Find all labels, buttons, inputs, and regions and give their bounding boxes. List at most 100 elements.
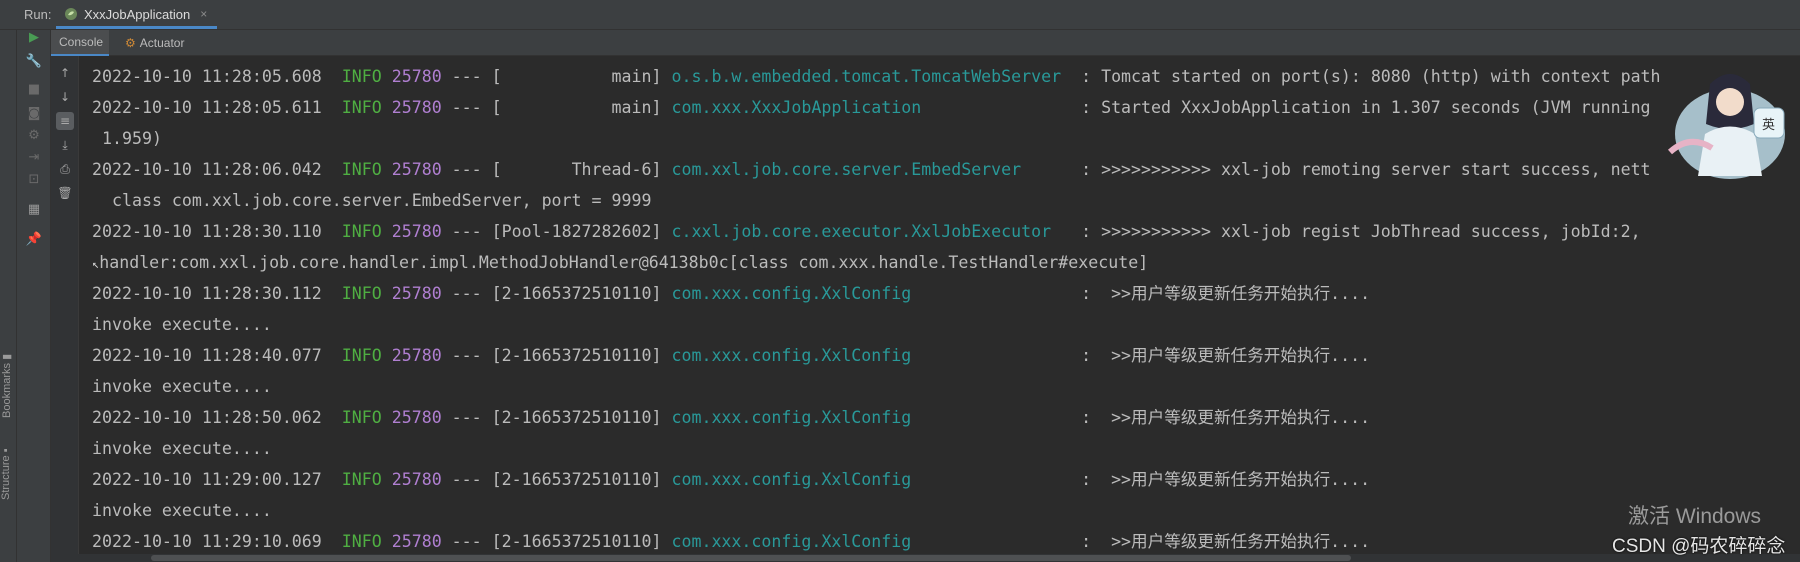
log-logger: com.xxl.job.core.server.EmbedServer [671,160,1072,179]
console-gutter: ↑ ↓ ≡ ⤓ ⎙ 🗑 [51,56,79,562]
log-continuation: invoke execute.... [92,377,272,396]
log-thread: [2-1665372510110] [491,346,662,365]
log-level: INFO [341,284,382,303]
log-logger: com.xxx.config.XxlConfig [671,346,1072,365]
console-line: 2022-10-10 11:28:50.062 INFO 25780 --- [… [92,402,1800,433]
console-line: invoke execute.... [92,433,1800,464]
run-config-tab-label: XxxJobApplication [84,6,191,22]
console-line: ↖handler:com.xxl.job.core.handler.impl.M… [92,247,1800,278]
log-pid: 25780 [391,470,442,489]
console-output[interactable]: 2022-10-10 11:28:05.608 INFO 25780 --- [… [92,61,1800,554]
log-message: : >>用户等级更新任务开始执行.... [1071,532,1371,551]
dump-icon[interactable]: ⊡ [25,170,43,188]
structure-label: Structure [0,455,12,500]
stop-icon[interactable]: ■ [25,80,43,98]
run-config-tab[interactable]: XxxJobApplication × [56,2,218,29]
console-line: 2022-10-10 11:28:05.611 INFO 25780 --- [… [92,92,1800,123]
log-continuation: handler:com.xxl.job.core.handler.impl.Me… [99,253,1149,272]
trash-icon[interactable]: 🗑 [56,184,74,202]
log-level: INFO [341,98,382,117]
close-icon[interactable]: × [200,7,207,21]
actuator-icon: ⚙ [125,36,136,50]
run-toolbar: ▶ 🔧 ■ ◙ ⚙ ⇥ ⊡ ▦ 📌 [17,30,51,562]
console-line: 1.959) [92,123,1800,154]
log-message: : Started XxxJobApplication in 1.307 sec… [1071,98,1651,117]
log-logger: com.xxx.config.XxlConfig [671,532,1072,551]
log-pid: 25780 [391,67,442,86]
exit-icon[interactable]: ⇥ [25,148,43,166]
scroll-up-icon[interactable]: ↑ [56,64,74,82]
log-message: : >>用户等级更新任务开始执行.... [1071,284,1371,303]
log-pid: 25780 [391,408,442,427]
log-separator: --- [441,346,492,365]
scrollbar-thumb[interactable] [151,555,1351,561]
log-thread: [2-1665372510110] [491,284,662,303]
log-message: : >>用户等级更新任务开始执行.... [1071,346,1371,365]
settings-icon[interactable]: ⚙ [25,126,43,144]
camera-icon[interactable]: ◙ [25,104,43,122]
soft-wrap-icon[interactable]: ≡ [56,112,74,130]
bookmarks-tool-button[interactable]: Bookmarks ▮ [0,354,13,418]
avatar-badge-text: 英 [1762,118,1776,133]
log-timestamp: 2022-10-10 11:28:30.112 [92,284,322,303]
log-level: INFO [341,408,382,427]
scroll-down-icon[interactable]: ↓ [56,88,74,106]
log-logger: com.xxx.config.XxlConfig [671,470,1072,489]
tab-actuator[interactable]: ⚙ Actuator [117,30,192,56]
layout-icon[interactable]: ▦ [25,200,43,218]
run-toolwindow-header: Run: XxxJobApplication × [0,0,1800,30]
log-timestamp: 2022-10-10 11:29:10.069 [92,532,322,551]
log-thread: [2-1665372510110] [491,408,662,427]
structure-tool-button[interactable]: Structure ▪ [0,448,12,500]
console-line: invoke execute.... [92,309,1800,340]
log-thread: [2-1665372510110] [491,532,662,551]
log-message: : >>>>>>>>>>> xxl-job regist JobThread s… [1071,222,1641,241]
log-continuation: invoke execute.... [92,315,272,334]
wrench-icon[interactable]: 🔧 [25,52,43,70]
log-pid: 25780 [391,284,442,303]
log-continuation: invoke execute.... [92,439,272,458]
console-line: 2022-10-10 11:29:10.069 INFO 25780 --- [… [92,526,1800,554]
csdn-watermark: CSDN @码农碎碎念 [1612,536,1786,557]
scroll-to-end-icon[interactable]: ⤓ [56,136,74,154]
run-label: Run: [24,7,52,22]
log-level: INFO [341,346,382,365]
log-message: : >>用户等级更新任务开始执行.... [1071,470,1371,489]
log-logger: com.xxx.config.XxlConfig [671,408,1072,427]
log-logger: com.xxx.config.XxlConfig [671,284,1072,303]
console-tabs: Console ⚙ Actuator [51,30,1800,56]
windows-activation-watermark: 激活 Windows [1628,505,1762,528]
log-level: INFO [341,67,382,86]
log-pid: 25780 [391,532,442,551]
log-separator: --- [441,67,492,86]
log-timestamp: 2022-10-10 11:28:05.608 [92,67,322,86]
horizontal-scrollbar[interactable] [51,554,1800,562]
log-separator: --- [441,532,492,551]
log-level: INFO [341,222,382,241]
log-separator: --- [441,222,492,241]
pin-icon[interactable]: 📌 [25,230,43,248]
log-timestamp: 2022-10-10 11:29:00.127 [92,470,322,489]
log-separator: --- [441,470,492,489]
log-logger: c.xxl.job.core.executor.XxlJobExecutor [671,222,1072,241]
console-line: invoke execute.... [92,371,1800,402]
console-line: 2022-10-10 11:28:06.042 INFO 25780 --- [… [92,154,1800,185]
console-line: 2022-10-10 11:28:30.110 INFO 25780 --- [… [92,216,1800,247]
log-level: INFO [341,160,382,179]
tab-actuator-label: Actuator [139,36,185,50]
log-timestamp: 2022-10-10 11:28:50.062 [92,408,322,427]
log-separator: --- [441,408,492,427]
log-message: : >>用户等级更新任务开始执行.... [1071,408,1371,427]
log-pid: 25780 [391,222,442,241]
tab-console[interactable]: Console [51,30,109,56]
log-thread: [ Thread-6] [491,160,662,179]
log-pid: 25780 [391,98,442,117]
rerun-icon[interactable]: ▶ [25,28,43,46]
log-thread: [2-1665372510110] [491,470,662,489]
log-continuation: 1.959) [92,129,162,148]
console-line: 2022-10-10 11:28:05.608 INFO 25780 --- [… [92,61,1800,92]
log-logger: com.xxx.XxxJobApplication [671,98,1072,117]
print-icon[interactable]: ⎙ [56,160,74,178]
log-continuation: class com.xxl.job.core.server.EmbedServe… [92,191,652,210]
log-thread: [ main] [491,98,662,117]
